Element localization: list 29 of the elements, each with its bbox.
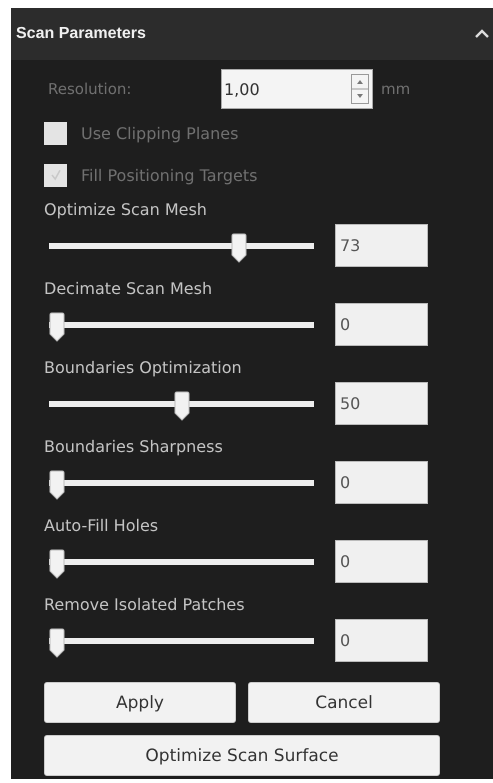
value-field[interactable]: 0 — [335, 540, 428, 583]
slider-label: Decimate Scan Mesh — [44, 278, 214, 300]
spin-arrows-icon[interactable] — [351, 74, 369, 104]
checkbox-label: Use Clipping Planes — [81, 124, 238, 142]
slider-label: Auto-Fill Holes — [44, 515, 160, 537]
value-field[interactable]: 0 — [335, 461, 428, 504]
slider-thumb[interactable] — [230, 232, 247, 262]
slider-label: Optimize Scan Mesh — [44, 199, 208, 221]
value-field[interactable]: 0 — [335, 619, 428, 662]
value-field[interactable]: 50 — [335, 382, 428, 425]
slider-thumb[interactable] — [49, 470, 65, 500]
value-field[interactable]: 73 — [335, 224, 428, 267]
resolution-spinbox: 1,00 — [221, 69, 373, 109]
slider-thumb[interactable] — [174, 390, 190, 420]
collapse-icon[interactable] — [475, 29, 489, 39]
slider-thumb[interactable] — [49, 548, 65, 578]
button[interactable]: Cancel — [248, 682, 440, 723]
resolution-label: Resolution: — [47, 80, 132, 98]
button[interactable]: Apply — [44, 682, 236, 723]
button[interactable]: Optimize Scan Surface — [44, 735, 440, 776]
value-field[interactable]: 0 — [335, 303, 428, 346]
slider-thumb[interactable] — [49, 628, 65, 658]
slider-label: Boundaries Sharpness — [44, 436, 224, 458]
slider-label: Remove Isolated Patches — [44, 594, 246, 616]
slider-label: Boundaries Optimization — [44, 357, 243, 379]
panel-title: Scan Parameters — [16, 25, 146, 43]
unit-label: mm — [381, 80, 410, 98]
checkbox-label: Fill Positioning Targets — [81, 166, 258, 184]
slider-thumb[interactable] — [49, 312, 65, 342]
